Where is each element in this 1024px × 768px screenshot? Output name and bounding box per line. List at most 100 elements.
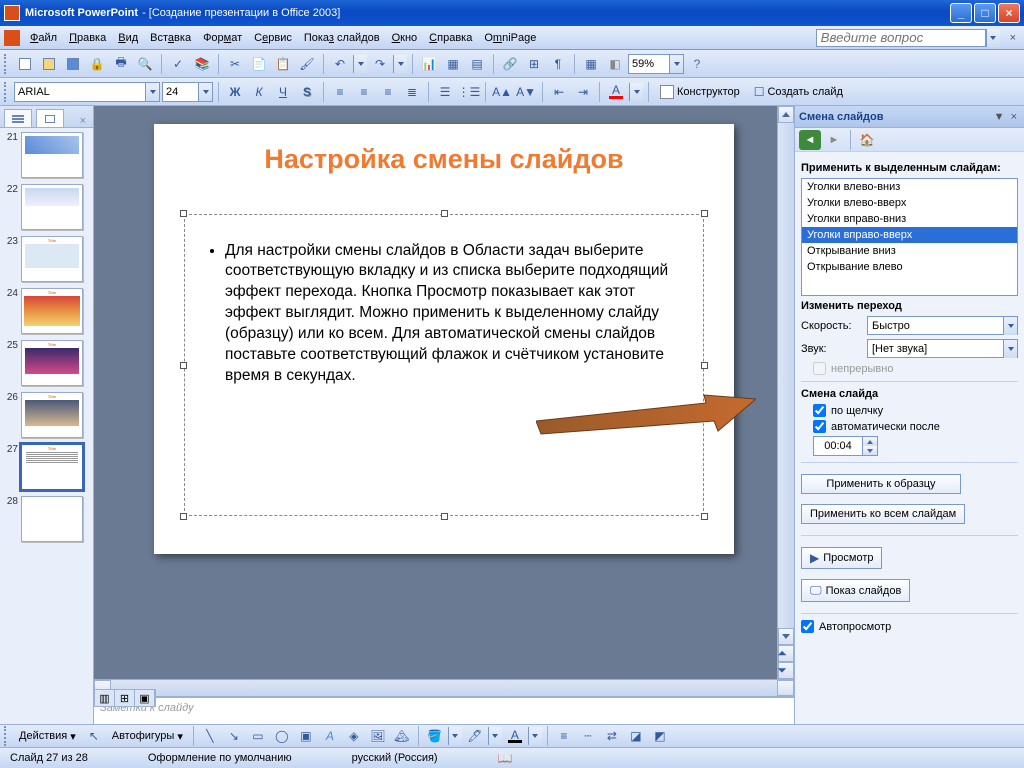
undo-dropdown[interactable] bbox=[353, 55, 367, 73]
font-size-dropdown[interactable] bbox=[198, 83, 212, 101]
slide-design-button[interactable]: Конструктор bbox=[654, 81, 746, 103]
align-justify-button[interactable]: ≣ bbox=[401, 81, 423, 103]
font-color-button[interactable]: A bbox=[605, 81, 627, 103]
bullets-button[interactable]: ⋮☰ bbox=[458, 81, 480, 103]
slide-thumbnail[interactable]: Title bbox=[21, 444, 83, 490]
auto-after-time-spinner[interactable] bbox=[813, 436, 878, 456]
line-style-button[interactable]: ≡ bbox=[553, 725, 575, 747]
panel-close-button[interactable]: × bbox=[77, 115, 89, 127]
zoom-control[interactable] bbox=[628, 54, 684, 74]
show-formatting-button[interactable]: ¶ bbox=[547, 53, 569, 75]
line-tool[interactable]: ╲ bbox=[199, 725, 221, 747]
vertical-scrollbar[interactable]: ⏶ ⏷ bbox=[777, 106, 794, 679]
new-button[interactable] bbox=[14, 53, 36, 75]
slide-thumbnail[interactable]: Title bbox=[21, 392, 83, 438]
show-grid-button[interactable]: ▦ bbox=[580, 53, 602, 75]
redo-button[interactable]: ↷ bbox=[369, 53, 391, 75]
decrease-indent-button[interactable]: ⇤ bbox=[548, 81, 570, 103]
menu-omnipage[interactable]: OmniPage bbox=[478, 29, 542, 47]
resize-handle[interactable] bbox=[701, 362, 708, 369]
outline-tab[interactable] bbox=[4, 109, 32, 127]
apply-to-master-button[interactable]: Применить к образцу bbox=[801, 474, 961, 494]
resize-handle[interactable] bbox=[180, 210, 187, 217]
apply-to-all-button[interactable]: Применить ко всем слайдам bbox=[801, 504, 965, 524]
slide-thumbnail[interactable]: Title bbox=[21, 288, 83, 334]
cut-button[interactable]: ✂ bbox=[224, 53, 246, 75]
resize-handle[interactable] bbox=[701, 210, 708, 217]
status-language[interactable]: русский (Россия) bbox=[352, 752, 438, 764]
slide-thumbnails[interactable]: 212223Title24Title25Title26Title27Title2… bbox=[0, 128, 93, 724]
document-close-button[interactable]: × bbox=[1006, 32, 1020, 44]
redo-dropdown[interactable] bbox=[393, 55, 407, 73]
resize-handle[interactable] bbox=[441, 210, 448, 217]
menu-insert[interactable]: Вставка bbox=[144, 29, 197, 47]
select-objects-button[interactable]: ↖ bbox=[83, 725, 105, 747]
menu-tools[interactable]: Сервис bbox=[248, 29, 298, 47]
slideshow-button[interactable]: 🖵Показ слайдов bbox=[801, 579, 910, 602]
slide-title[interactable]: Настройка смены слайдов bbox=[154, 144, 734, 175]
powerpoint-icon[interactable] bbox=[4, 30, 20, 46]
decrease-font-button[interactable]: A▼ bbox=[515, 81, 537, 103]
shadow-button[interactable]: S bbox=[296, 81, 318, 103]
wordart-button[interactable]: A bbox=[319, 725, 341, 747]
align-center-button[interactable]: ≡ bbox=[353, 81, 375, 103]
arrow-tool[interactable]: ↘ bbox=[223, 725, 245, 747]
font-name-dropdown[interactable] bbox=[145, 83, 159, 101]
auto-after-time-input[interactable] bbox=[814, 437, 862, 455]
horizontal-scrollbar[interactable] bbox=[94, 679, 794, 696]
auto-after-checkbox[interactable]: автоматически после bbox=[813, 420, 1018, 433]
zoom-dropdown[interactable] bbox=[669, 55, 683, 73]
window-close-button[interactable]: × bbox=[998, 3, 1020, 23]
spelling-button[interactable]: ✓ bbox=[167, 53, 189, 75]
previous-slide-button[interactable]: ⏶ bbox=[778, 645, 794, 662]
help-button[interactable]: ? bbox=[686, 53, 708, 75]
menu-format[interactable]: Формат bbox=[197, 29, 248, 47]
slide-canvas[interactable]: Настройка смены слайдов Для настройки см… bbox=[154, 124, 734, 554]
slideshow-view-button[interactable]: ▣ bbox=[135, 690, 155, 706]
scroll-up-button[interactable] bbox=[778, 106, 794, 123]
scroll-down-button[interactable] bbox=[778, 628, 794, 645]
insert-chart-button[interactable]: 📊 bbox=[418, 53, 440, 75]
slide-thumbnail[interactable] bbox=[21, 496, 83, 542]
align-left-button[interactable]: ≡ bbox=[329, 81, 351, 103]
underline-button[interactable]: Ч bbox=[272, 81, 294, 103]
transition-item[interactable]: Уголки вправо-вниз bbox=[802, 211, 1017, 227]
menu-file[interactable]: Файл bbox=[24, 29, 63, 47]
task-pane-menu-button[interactable]: ▼ bbox=[991, 111, 1008, 123]
insert-hyperlink-button[interactable]: 🔗 bbox=[499, 53, 521, 75]
tables-borders-button[interactable]: ▤ bbox=[466, 53, 488, 75]
task-pane-back-button[interactable]: ◄ bbox=[799, 130, 821, 150]
play-button[interactable]: ▶Просмотр bbox=[801, 547, 882, 569]
textbox-tool[interactable]: ▣ bbox=[295, 725, 317, 747]
slide-thumbnail[interactable]: Title bbox=[21, 340, 83, 386]
font-name-control[interactable] bbox=[14, 82, 160, 102]
time-increase[interactable] bbox=[863, 437, 877, 446]
italic-button[interactable]: К bbox=[248, 81, 270, 103]
shadow-style-button[interactable]: ◪ bbox=[625, 725, 647, 747]
status-spelling-icon[interactable]: 📖 bbox=[498, 751, 513, 765]
paste-button[interactable]: 📋 bbox=[272, 53, 294, 75]
menu-edit[interactable]: Правка bbox=[63, 29, 112, 47]
toolbar-handle[interactable] bbox=[4, 54, 9, 74]
actions-menu[interactable]: Действия▾ bbox=[14, 728, 81, 745]
format-painter-button[interactable]: 🖌 bbox=[296, 53, 318, 75]
slide-body-text[interactable]: Для настройки смены слайдов в Области за… bbox=[225, 241, 689, 387]
window-maximize-button[interactable]: □ bbox=[974, 3, 996, 23]
fill-color-button[interactable]: 🪣 bbox=[424, 725, 446, 747]
task-pane-forward-button[interactable]: ► bbox=[823, 130, 845, 150]
undo-button[interactable]: ↶ bbox=[329, 53, 351, 75]
oval-tool[interactable]: ◯ bbox=[271, 725, 293, 747]
transition-item[interactable]: Открывание вниз bbox=[802, 243, 1017, 259]
open-button[interactable] bbox=[38, 53, 60, 75]
scroll-right-button[interactable] bbox=[777, 680, 794, 696]
3d-style-button[interactable]: ◩ bbox=[649, 725, 671, 747]
resize-handle[interactable] bbox=[180, 513, 187, 520]
insert-picture-button[interactable]: 🏔 bbox=[391, 725, 413, 747]
numbering-button[interactable]: ☰ bbox=[434, 81, 456, 103]
dash-style-button[interactable]: ┄ bbox=[577, 725, 599, 747]
slide-sorter-view-button[interactable]: ⊞ bbox=[115, 690, 135, 706]
transition-item[interactable]: Уголки вправо-вверх bbox=[802, 227, 1017, 243]
insert-table-button[interactable]: ▦ bbox=[442, 53, 464, 75]
increase-font-button[interactable]: A▲ bbox=[491, 81, 513, 103]
zoom-input[interactable] bbox=[629, 55, 669, 73]
